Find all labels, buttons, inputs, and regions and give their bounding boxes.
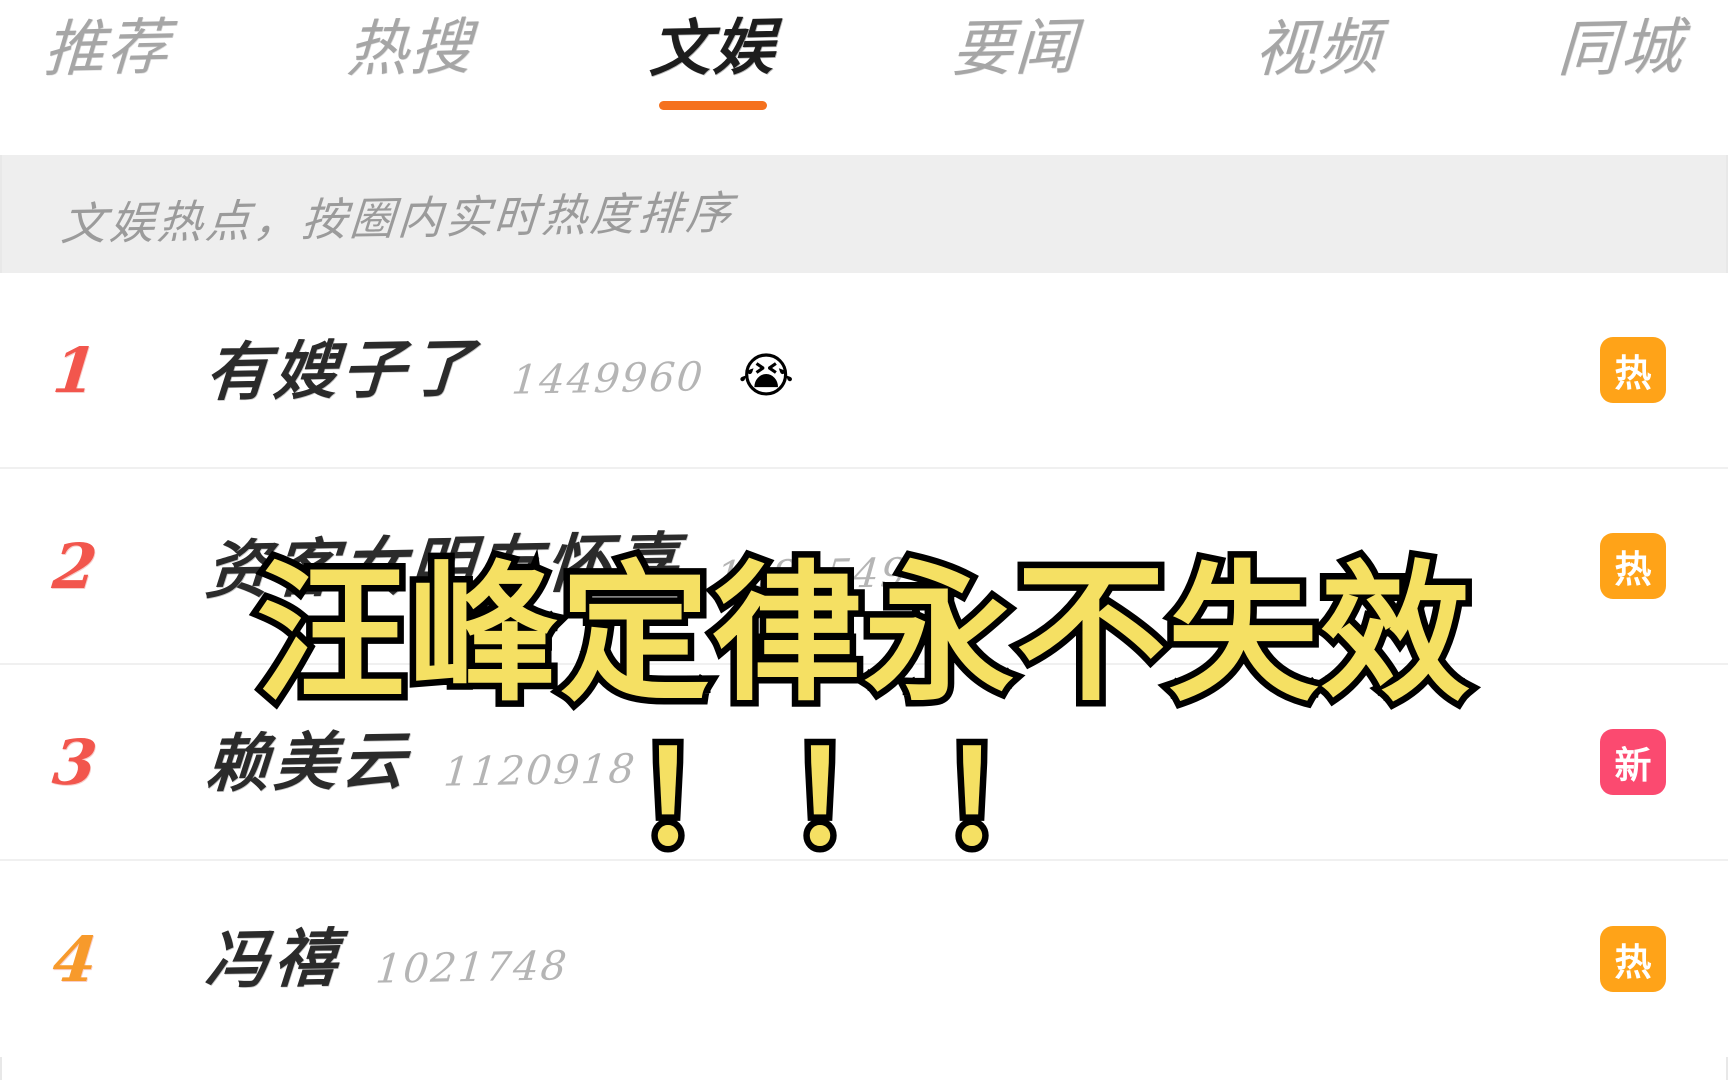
row-content: 资客女明友怀喜 1281549 <box>150 524 1576 606</box>
row-heat-count: 1281549 <box>713 549 911 600</box>
row-heat-count: 1449960 <box>509 353 707 404</box>
section-subtitle-bar: 文娱热点，按圈内实时热度排序 <box>0 155 1728 273</box>
row-title[interactable]: 资客女明友怀喜 <box>203 524 685 606</box>
section-subtitle: 文娱热点，按圈内实时热度排序 <box>59 185 737 251</box>
status-badge-hot: 热 <box>1600 926 1666 992</box>
table-row[interactable]: 4 冯禧 1021748 热 <box>0 861 1728 1057</box>
row-content: 有嫂子了 1449960 😭 <box>150 330 1576 409</box>
hot-ranking-list: 1 有嫂子了 1449960 😭 热 2 资客女明友怀喜 1281549 热 3… <box>0 273 1728 1057</box>
table-row[interactable]: 1 有嫂子了 1449960 😭 热 <box>0 273 1728 469</box>
status-badge-new: 新 <box>1600 729 1666 795</box>
status-badge-hot: 热 <box>1600 533 1666 599</box>
rank-number: 2 <box>49 529 101 603</box>
top-tab-bar: 推荐 热搜 文娱 要闻 视频 同城 <box>0 0 1728 155</box>
row-heat-count: 1021748 <box>373 942 571 993</box>
row-content: 冯禧 1021748 <box>150 920 1576 996</box>
row-content: 赖美云 1120918 <box>150 723 1576 801</box>
tab-underline-active <box>658 101 767 110</box>
tab-tuijian[interactable]: 推荐 <box>42 0 172 110</box>
rank-number: 1 <box>49 333 101 407</box>
row-title[interactable]: 赖美云 <box>203 723 412 801</box>
tab-label: 推荐 <box>42 11 172 86</box>
rank-number: 3 <box>49 725 101 799</box>
tab-label: 要闻 <box>950 11 1081 86</box>
table-row[interactable]: 2 资客女明友怀喜 1281549 热 <box>0 469 1728 665</box>
crying-face-icon: 😭 <box>738 349 795 403</box>
table-row[interactable]: 3 赖美云 1120918 新 <box>0 665 1728 861</box>
tab-tongcheng[interactable]: 同城 <box>1556 0 1686 110</box>
tab-label: 热搜 <box>344 11 475 86</box>
row-title[interactable]: 冯禧 <box>203 920 344 996</box>
app-screen: 推荐 热搜 文娱 要闻 视频 同城 文娱热点，按圈内实时热度排序 1 有嫂子了 … <box>0 0 1728 1080</box>
row-heat-count: 1120918 <box>441 745 639 796</box>
tab-label: 文娱 <box>647 11 778 86</box>
tab-label: 视频 <box>1253 11 1384 86</box>
tab-yaowen[interactable]: 要闻 <box>950 0 1081 110</box>
rank-number: 4 <box>49 922 101 996</box>
tab-shipin[interactable]: 视频 <box>1253 0 1384 110</box>
row-title[interactable]: 有嫂子了 <box>203 330 481 409</box>
tab-label: 同城 <box>1556 11 1686 86</box>
status-badge-hot: 热 <box>1600 337 1666 403</box>
tab-resou[interactable]: 热搜 <box>344 0 475 110</box>
tab-wenyu[interactable]: 文娱 <box>647 0 778 110</box>
